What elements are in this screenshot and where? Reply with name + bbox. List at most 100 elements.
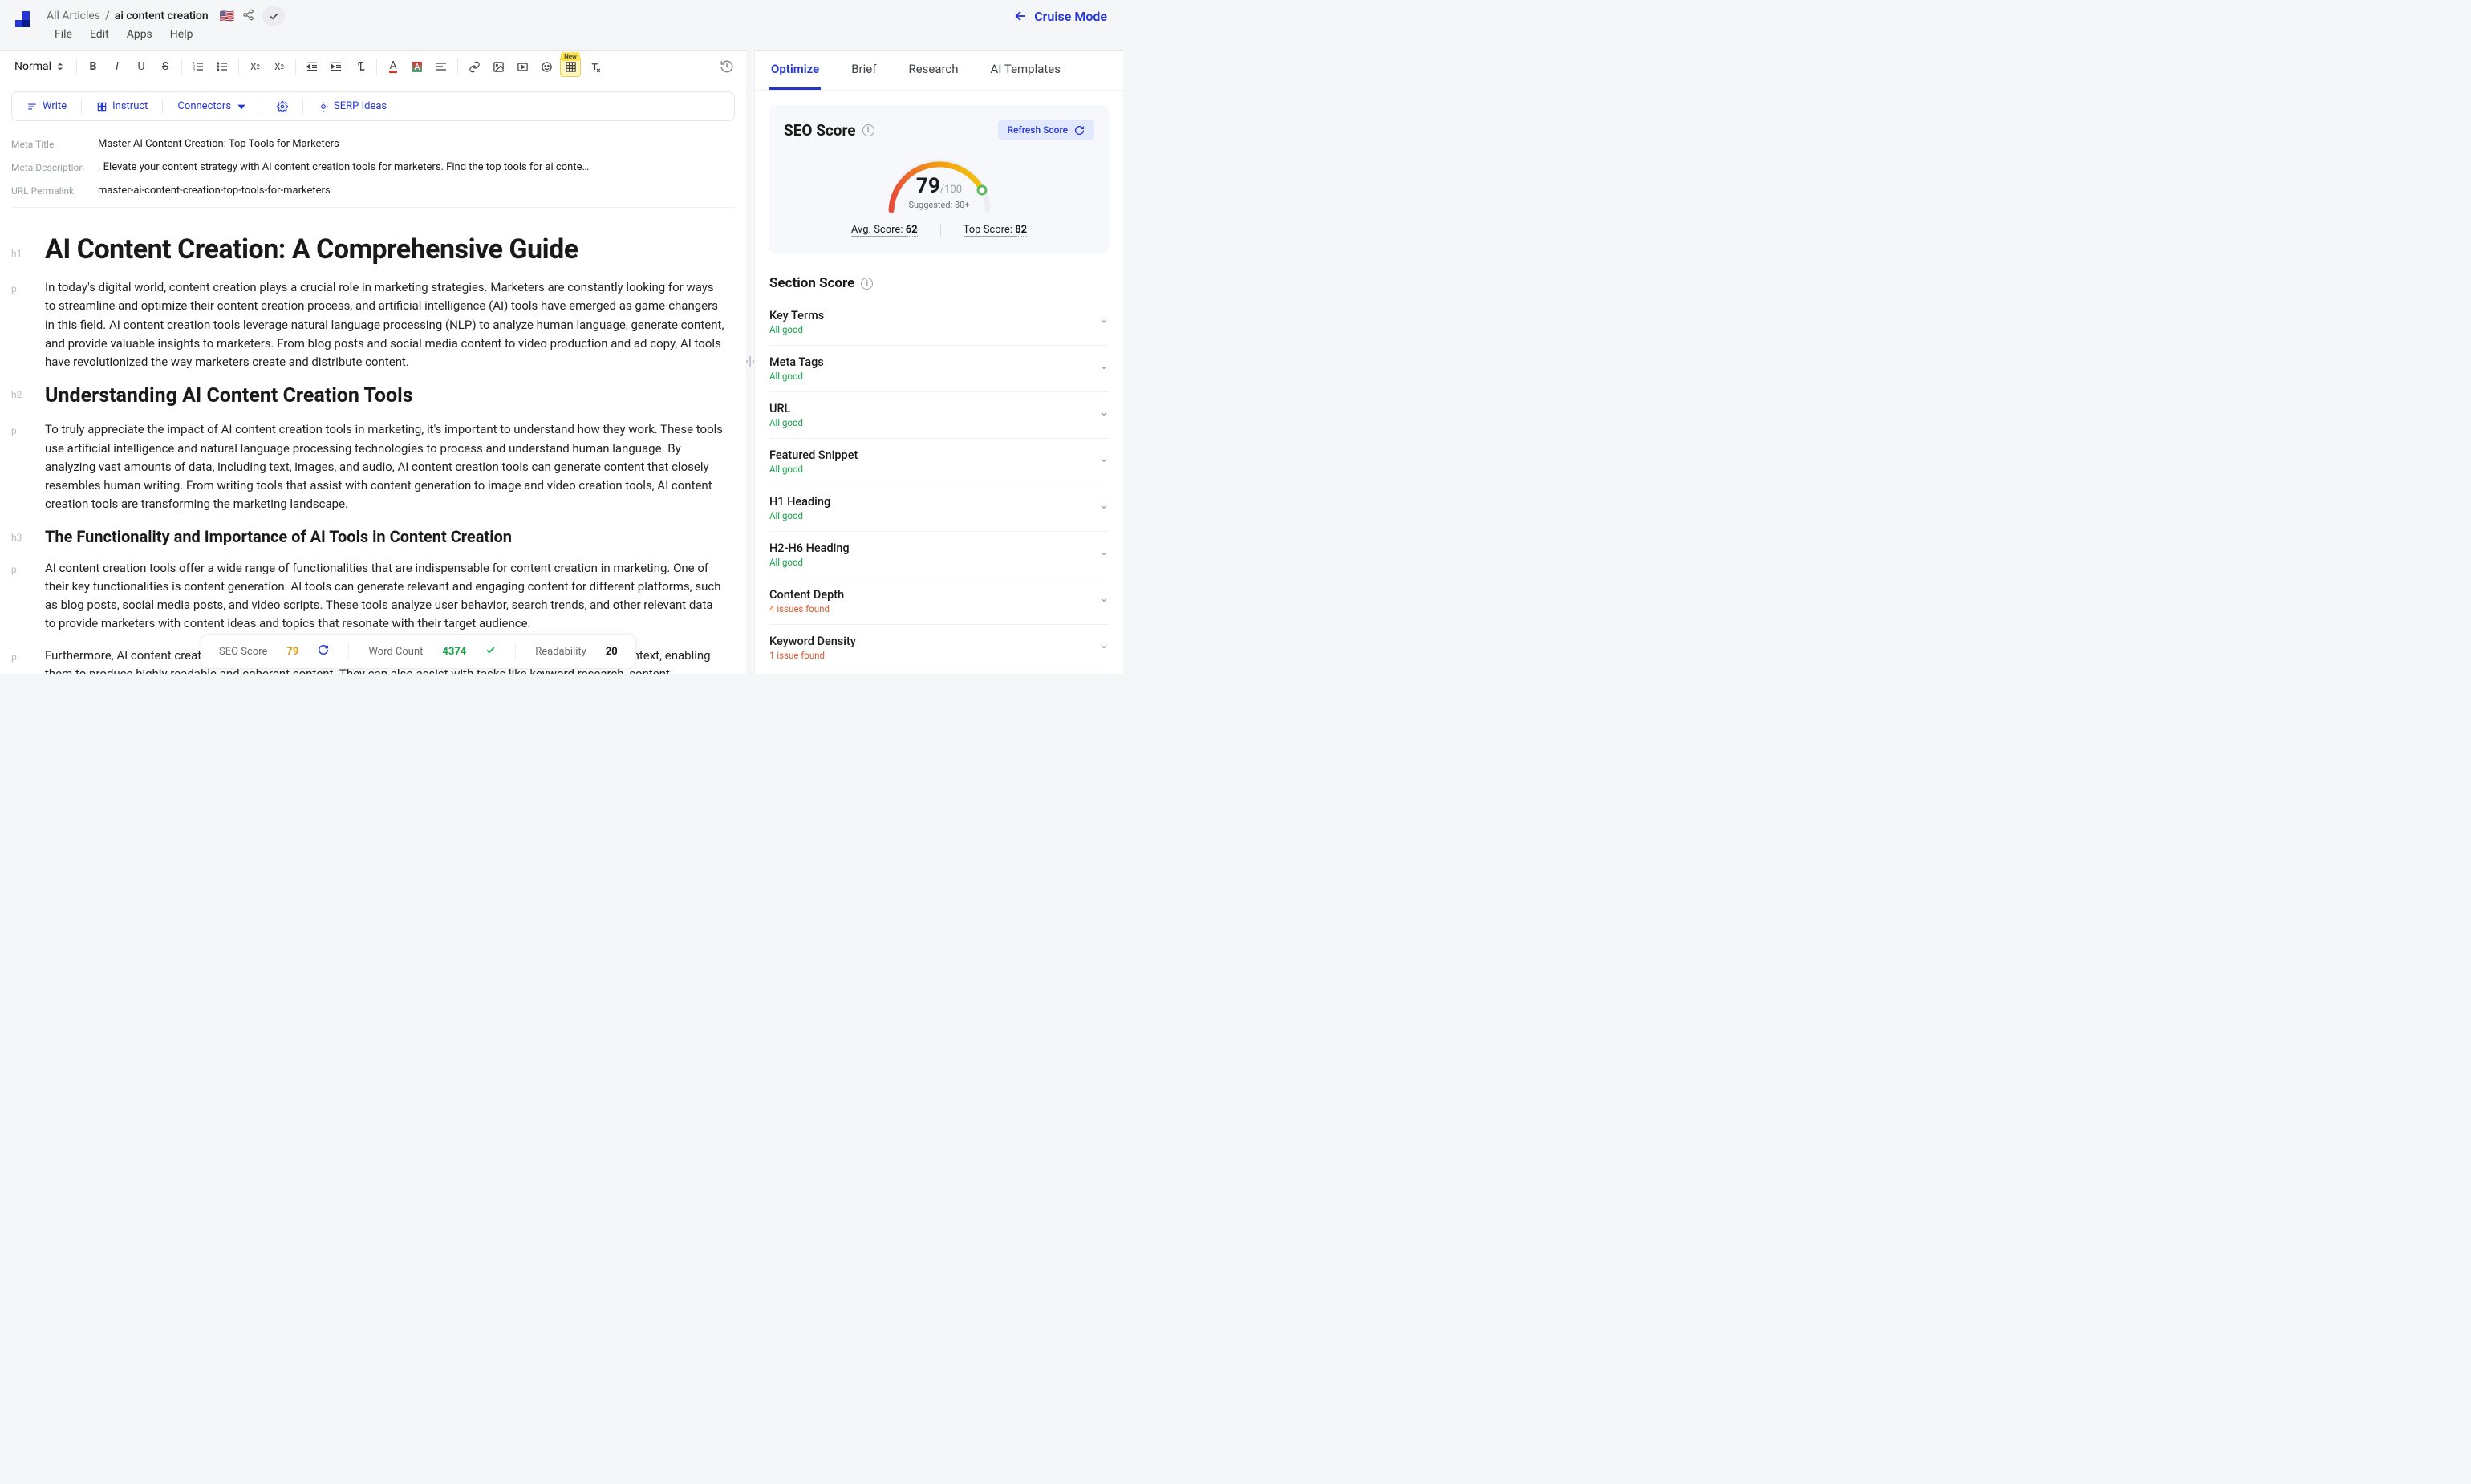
menu-edit[interactable]: Edit <box>90 28 109 41</box>
status-seo-value: 79 <box>286 646 298 658</box>
menu-apps[interactable]: Apps <box>127 28 152 41</box>
score-stats: Avg. Score: 62 Top Score: 82 <box>784 224 1094 237</box>
meta-title-label: Meta Title <box>11 139 98 150</box>
connectors-label: Connectors <box>177 100 231 112</box>
doc-paragraph[interactable]: To truly appreciate the impact of AI con… <box>45 420 725 513</box>
meta-desc-label: Meta Description <box>11 162 98 173</box>
section-item-status: 1 issue found <box>769 650 856 661</box>
refresh-score-label: Refresh Score <box>1008 124 1069 136</box>
url-permalink-label: URL Permalink <box>11 185 98 197</box>
document-body[interactable]: h1AI Content Creation: A Comprehensive G… <box>0 216 746 674</box>
section-item[interactable]: Links2 issues found <box>769 671 1109 674</box>
seo-score-title: SEO Score <box>784 121 856 140</box>
header-icons: 🇺🇸 <box>220 6 286 26</box>
write-label: Write <box>43 100 67 112</box>
editor-pane: Normal B I U S 123 X2 X2 <box>0 50 746 674</box>
link-icon[interactable] <box>464 56 485 77</box>
url-permalink-input[interactable]: master-ai-content-creation-top-tools-for… <box>98 184 331 197</box>
chevron-down-icon <box>1099 456 1109 468</box>
underline-icon[interactable]: U <box>131 56 152 77</box>
section-item-status: All good <box>769 464 858 475</box>
tab-ai-templates[interactable]: AI Templates <box>989 51 1062 90</box>
superscript-icon[interactable]: X2 <box>269 56 290 77</box>
text-color-icon[interactable]: A <box>383 56 404 77</box>
ordered-list-icon[interactable]: 123 <box>188 56 209 77</box>
breadcrumb-current[interactable]: ai content creation <box>115 10 209 22</box>
section-item-status: 4 issues found <box>769 603 844 614</box>
section-item[interactable]: Featured Snippet All good <box>769 439 1109 485</box>
optimize-panel: Optimize Brief Research AI Templates SEO… <box>754 50 1123 674</box>
info-icon[interactable]: i <box>861 278 873 290</box>
status-seo-label: SEO Score <box>219 646 267 658</box>
tab-optimize[interactable]: Optimize <box>769 51 821 90</box>
section-item[interactable]: Content Depth4 issues found <box>769 578 1109 625</box>
refresh-score-button[interactable]: Refresh Score <box>998 120 1095 140</box>
table-icon[interactable]: New <box>560 56 581 77</box>
align-icon[interactable] <box>431 56 452 77</box>
section-item-title: URL <box>769 402 803 416</box>
bold-icon[interactable]: B <box>83 56 103 77</box>
cruise-mode-button[interactable]: Cruise Mode <box>1013 9 1107 24</box>
refresh-icon[interactable] <box>318 644 329 659</box>
section-score-title: Section Score <box>769 275 854 291</box>
history-icon[interactable] <box>716 55 738 78</box>
connectors-button[interactable]: Connectors <box>171 97 254 116</box>
share-icon[interactable] <box>242 9 254 24</box>
instruct-button[interactable]: Instruct <box>90 97 154 116</box>
meta-title-input[interactable]: Master AI Content Creation: Top Tools fo… <box>98 138 339 150</box>
section-item-title: Meta Tags <box>769 355 824 369</box>
section-item-title: Featured Snippet <box>769 448 858 462</box>
pane-resize-handle[interactable] <box>746 50 754 674</box>
chevron-down-icon <box>1099 549 1109 562</box>
section-item[interactable]: H1 HeadingAll good <box>769 485 1109 532</box>
doc-h2[interactable]: Understanding AI Content Creation Tools <box>45 384 413 407</box>
section-item[interactable]: Meta TagsAll good <box>769 346 1109 392</box>
locale-flag-icon[interactable]: 🇺🇸 <box>220 9 235 23</box>
new-badge: New <box>561 52 580 61</box>
section-item[interactable]: H2-H6 HeadingAll good <box>769 532 1109 578</box>
info-icon[interactable]: i <box>862 124 874 136</box>
tab-brief[interactable]: Brief <box>850 51 878 90</box>
status-rd-label: Readability <box>535 646 586 658</box>
unordered-list-icon[interactable] <box>212 56 233 77</box>
status-bar: SEO Score 79 Word Count 4374 Readability… <box>201 634 636 669</box>
strikethrough-icon[interactable]: S <box>155 56 176 77</box>
chevron-down-icon <box>1099 409 1109 422</box>
emoji-icon[interactable] <box>536 56 557 77</box>
section-item[interactable]: Keyword Density 1 issue found <box>769 625 1109 671</box>
tab-research[interactable]: Research <box>907 51 960 90</box>
text-direction-icon[interactable] <box>350 56 371 77</box>
status-wc-value: 4374 <box>442 646 466 658</box>
image-icon[interactable] <box>488 56 509 77</box>
doc-h3[interactable]: The Functionality and Importance of AI T… <box>45 527 512 546</box>
section-item[interactable]: Key TermsAll good <box>769 299 1109 346</box>
outdent-icon[interactable] <box>302 56 323 77</box>
italic-icon[interactable]: I <box>107 56 128 77</box>
seo-score-card: SEO Score i Refresh Score <box>769 105 1109 254</box>
doc-paragraph[interactable]: In today's digital world, content creati… <box>45 278 725 371</box>
breadcrumb: All Articles / ai content creation <box>47 10 209 22</box>
serp-ideas-button[interactable]: SERP Ideas <box>311 97 393 116</box>
status-wc-label: Word Count <box>368 646 423 658</box>
section-item[interactable]: URLAll good <box>769 392 1109 439</box>
write-button[interactable]: Write <box>20 97 73 116</box>
meta-desc-input[interactable]: . Elevate your content strategy with AI … <box>98 161 589 173</box>
doc-h1[interactable]: AI Content Creation: A Comprehensive Gui… <box>45 233 578 266</box>
indent-icon[interactable] <box>326 56 347 77</box>
chevron-down-icon <box>1099 642 1109 655</box>
section-item-status: All good <box>769 417 803 428</box>
seo-gauge: 79/100 Suggested: 80+ <box>879 150 1000 214</box>
video-icon[interactable] <box>512 56 533 77</box>
menu-file[interactable]: File <box>55 28 72 41</box>
section-item-title: Content Depth <box>769 588 844 602</box>
breadcrumb-root[interactable]: All Articles <box>47 10 100 22</box>
paragraph-style-select[interactable]: Normal <box>8 57 71 76</box>
section-item-title: Keyword Density <box>769 635 856 648</box>
settings-icon[interactable] <box>270 98 294 116</box>
subscript-icon[interactable]: X2 <box>245 56 266 77</box>
menu-help[interactable]: Help <box>170 28 193 41</box>
highlight-color-icon[interactable]: A <box>407 56 428 77</box>
clear-format-icon[interactable] <box>584 56 605 77</box>
check-icon[interactable] <box>262 6 285 26</box>
doc-paragraph[interactable]: AI content creation tools offer a wide r… <box>45 559 725 634</box>
